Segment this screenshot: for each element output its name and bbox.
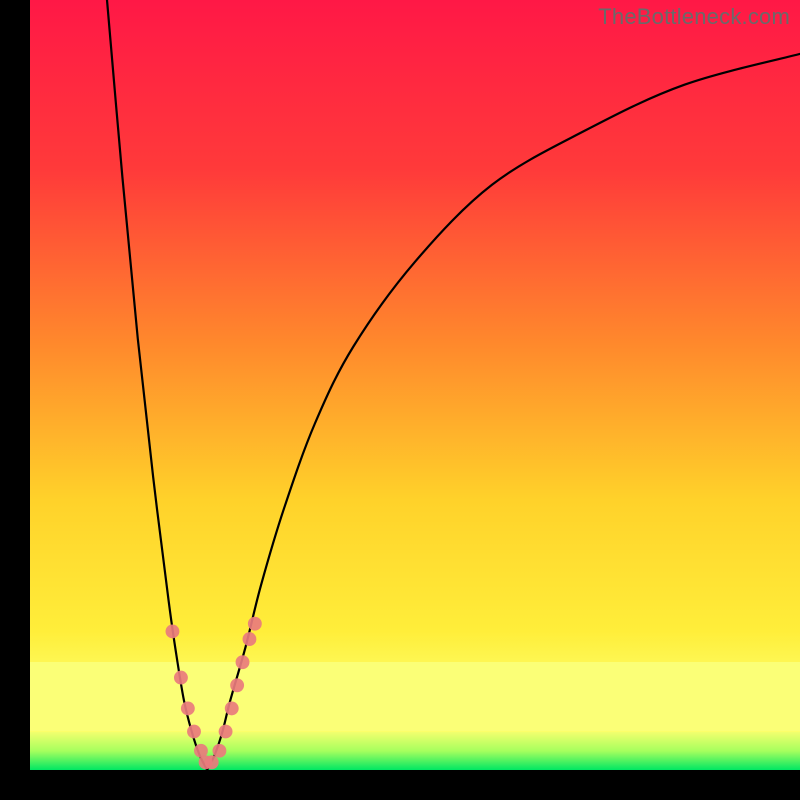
highlight-markers xyxy=(166,617,262,769)
marker-dot xyxy=(243,632,257,646)
marker-dot xyxy=(230,678,244,692)
marker-dot xyxy=(205,755,219,769)
marker-dot xyxy=(181,701,195,715)
marker-dot xyxy=(212,744,226,758)
watermark-text: TheBottleneck.com xyxy=(598,4,790,30)
marker-dot xyxy=(236,655,250,669)
marker-dot xyxy=(219,725,233,739)
marker-dot xyxy=(187,725,201,739)
plot-area xyxy=(30,0,800,770)
marker-dot xyxy=(248,617,262,631)
chart-frame: TheBottleneck.com xyxy=(0,0,800,800)
marker-dot xyxy=(225,701,239,715)
marker-dot xyxy=(174,671,188,685)
marker-dot xyxy=(166,624,180,638)
curve-left-branch xyxy=(107,0,207,770)
curve-svg xyxy=(30,0,800,770)
curve-right-branch xyxy=(207,54,800,770)
